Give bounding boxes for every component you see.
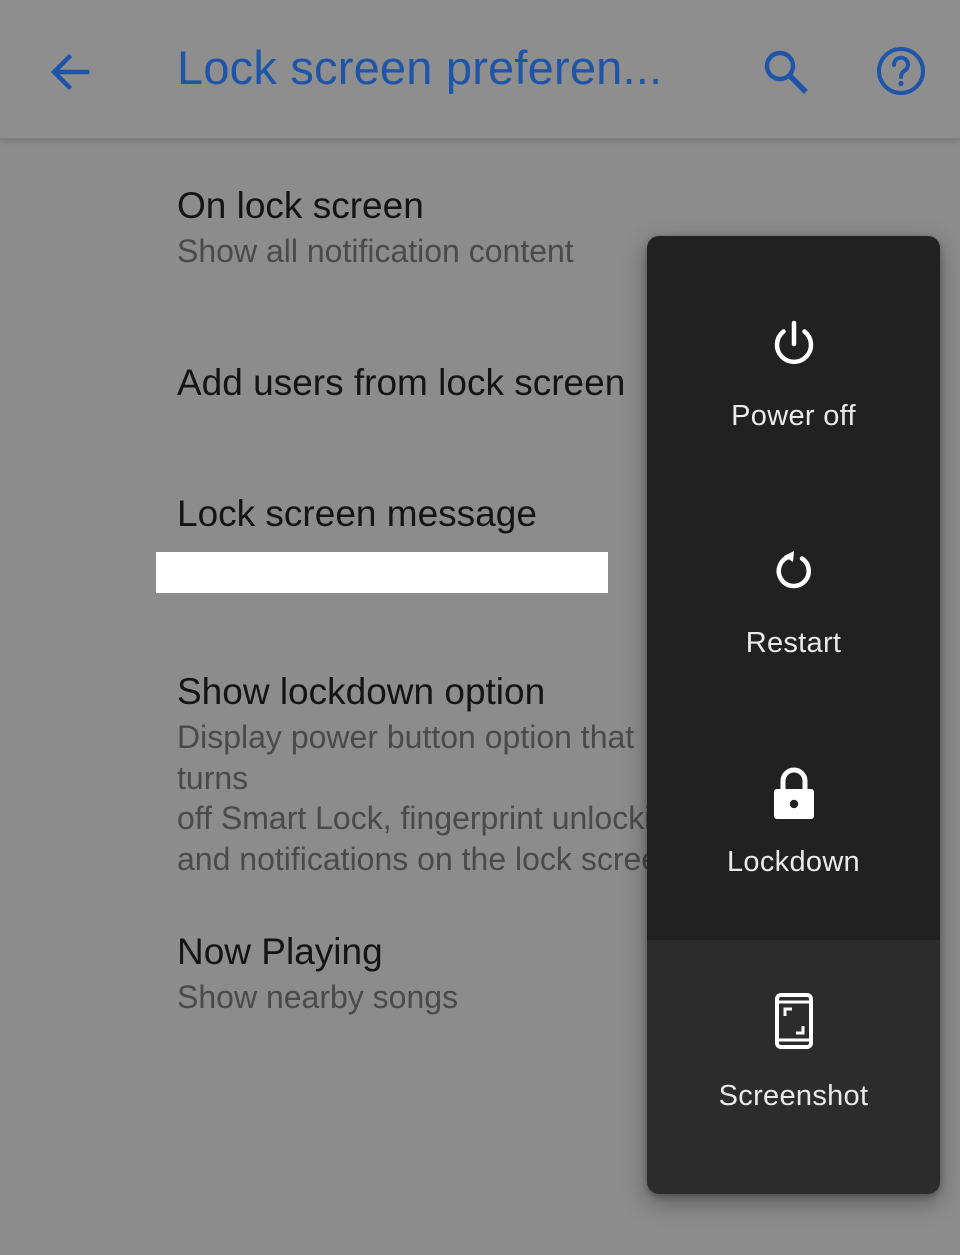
setting-title: Show lockdown option [177, 671, 546, 712]
setting-title: Add users from lock screen [177, 362, 626, 403]
power-off-button[interactable]: Power off [647, 236, 940, 465]
setting-lock-screen-message[interactable]: Lock screen message [177, 492, 697, 536]
setting-now-playing[interactable]: Now Playing Show nearby songs [177, 930, 697, 1018]
arrow-back-icon[interactable] [42, 44, 98, 100]
lock-icon [768, 767, 820, 820]
app-bar: Lock screen preferen... [0, 0, 960, 140]
setting-subtitle: Show nearby songs [177, 979, 459, 1015]
setting-title: Now Playing [177, 931, 383, 972]
setting-subtitle: Display power button option that turns o… [177, 719, 696, 877]
page-title: Lock screen preferen... [177, 41, 663, 94]
restart-icon [768, 545, 820, 597]
setting-on-lock-screen[interactable]: On lock screen Show all notification con… [177, 184, 697, 272]
lockdown-label: Lockdown [727, 846, 860, 878]
power-menu: Power off Restart Lockdown Screenshot [647, 236, 940, 1194]
redaction-box [156, 552, 608, 593]
setting-title: On lock screen [177, 185, 424, 226]
help-circle-icon[interactable] [872, 42, 930, 100]
screenshot-button[interactable]: Screenshot [647, 940, 940, 1194]
screenshot-icon [774, 992, 814, 1050]
power-icon [768, 318, 820, 370]
power-off-label: Power off [731, 400, 856, 432]
setting-add-users[interactable]: Add users from lock screen [177, 361, 697, 405]
setting-subtitle: Show all notification content [177, 233, 574, 269]
search-icon[interactable] [756, 42, 814, 100]
setting-show-lockdown[interactable]: Show lockdown option Display power butto… [177, 670, 697, 879]
restart-label: Restart [745, 627, 842, 659]
lockdown-button[interactable]: Lockdown [647, 690, 940, 940]
setting-title: Lock screen message [177, 493, 537, 534]
restart-button[interactable]: Restart [647, 465, 940, 690]
screenshot-label: Screenshot [718, 1080, 869, 1112]
